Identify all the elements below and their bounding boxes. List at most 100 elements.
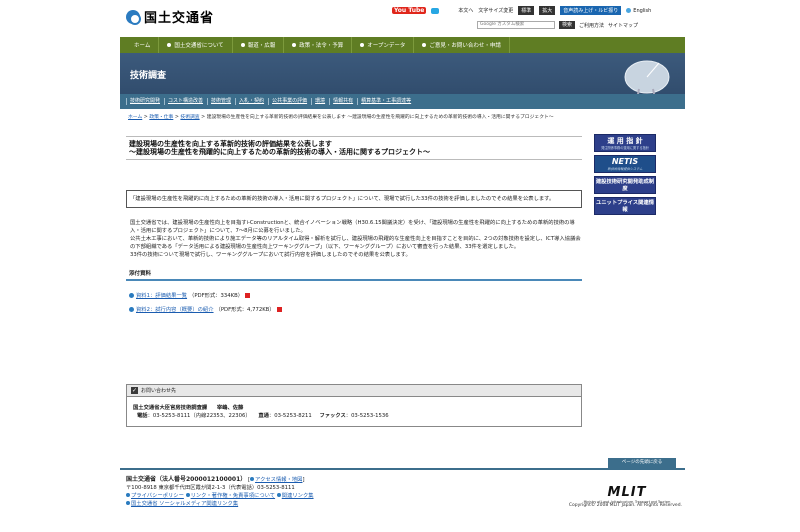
mlit-emblem-icon [126, 9, 141, 25]
nav-opendata-label: オープンデータ [367, 43, 406, 49]
bullet-icon [360, 43, 365, 47]
attachment-meta: （PDF形式：4,772KB） [215, 307, 275, 314]
nav-press[interactable]: 報道・広報 [233, 37, 285, 53]
font-size-label: 文字サイズ変更 [478, 8, 514, 14]
arrow-bullet-icon [185, 493, 190, 497]
contact-person: 宰嶋、佐藤 [216, 405, 244, 411]
footer-org: 国土交通省（法人番号2000012100001） [126, 476, 247, 483]
attachment-link[interactable]: 資料1：評価結果一覧 [136, 291, 187, 299]
nav-about[interactable]: 国土交通省について [159, 37, 233, 53]
subnav-environment[interactable]: 環境 [311, 98, 328, 105]
back-to-top-button[interactable]: ページの先頭に戻る [608, 458, 676, 468]
page-title: 建設現場の生産性を向上する革新的技術の評価結果を公表します ～建設現場の生産性を… [126, 136, 582, 160]
font-large-button[interactable]: 拡大 [539, 6, 556, 15]
direct-label: 直通 [258, 413, 269, 419]
arrow-bullet-icon [126, 501, 130, 505]
attachments-list: 資料1：評価結果一覧 （PDF形式：334KB） 資料2：試行内容（概要）の紹介… [126, 288, 582, 316]
section-subnav: 技術研究開発 コスト構造改善 技術管理 入札・契約 公共事業の評価 環境 情報共… [120, 94, 685, 109]
english-label: English [633, 7, 652, 14]
breadcrumb-current: 建設現場の生産性を向上する革新的技術の評価結果を公表します ～建設現場の生産性を… [206, 115, 554, 120]
header-search-row: Google カスタム検索 検索 ご利用方法 サイトマップ [477, 21, 638, 29]
page-title-line2: ～建設現場の生産性を飛躍的に向上するための革新的技術の導入・活用に関するプロジェ… [129, 148, 430, 156]
tel-label: 電話 [137, 413, 148, 419]
side-banners: 運 用 指 針 発注関係事務の運用に関する指針 NETIS 新技術情報提供システ… [594, 134, 656, 218]
youtube-icon[interactable]: You Tube [392, 7, 427, 14]
social-media-link[interactable]: 国土交通省 ソーシャルメディア関連リンク集 [131, 501, 238, 507]
subnav-estimation[interactable]: 積算基準・工事調達等 [357, 98, 414, 105]
paragraph: 国土交通省では、建設現場の生産性向上を目指すi-Constructionと、統合… [130, 220, 575, 235]
copyright: Copyright© 2008 MLIT Japan. All Rights R… [568, 503, 682, 508]
contact-heading: ✓ お問い合わせ先 [127, 385, 581, 397]
footer: 国土交通省（法人番号2000012100001） [アクセス情報・地図] 〒10… [126, 476, 566, 508]
header-utility-row: You Tube 本文へ 文字サイズ変更 標準 拡大 音声読み上げ・ルビ振り E… [392, 6, 651, 15]
breadcrumb: ホーム > 政策・仕事 > 技術調査 > 建設現場の生産性を向上する革新的技術の… [128, 115, 554, 120]
body-text: 国土交通省では、建設現場の生産性向上を目指すi-Constructionと、統合… [126, 219, 582, 259]
attachment-link[interactable]: 資料2：試行内容（概要）の紹介 [136, 305, 214, 313]
font-standard-button[interactable]: 標準 [518, 6, 535, 15]
banner-research-grant[interactable]: 建設技術研究開発助成制度 [594, 176, 656, 194]
bullet-icon [422, 43, 427, 47]
pdf-icon [276, 306, 282, 312]
subnav-rd[interactable]: 技術研究開発 [126, 98, 163, 105]
attachment-item: 資料2：試行内容（概要）の紹介 （PDF形式：4,772KB） [126, 302, 582, 316]
paragraph: 33件の技術について現場で試行し、ワーキンググループにおいて試行内容を評価しまし… [130, 252, 411, 259]
tel-number: ：03-5253-8111（内線22353、22306） [147, 413, 251, 419]
nav-policy-label: 政策・法令・予算 [299, 43, 344, 49]
access-link[interactable]: アクセス情報・地図 [255, 477, 302, 483]
sitemap-link[interactable]: サイトマップ [608, 22, 638, 29]
privacy-link[interactable]: プライバシーポリシー [131, 493, 184, 499]
mlit-wordmark: MLIT [607, 485, 647, 500]
english-link[interactable]: English [626, 8, 651, 14]
subnav-evaluation[interactable]: 公共事業の評価 [268, 98, 310, 105]
nav-press-label: 報道・広報 [247, 43, 276, 49]
related-links[interactable]: 関連リンク集 [282, 493, 314, 499]
attachments-heading: 添付資料 [126, 267, 582, 282]
arrow-bullet-icon [129, 306, 134, 312]
summary-box: 「建設現場の生産性を飛躍的に向上するための革新的技術の導入・活用に関するプロジェ… [126, 190, 582, 208]
search-button[interactable]: 検索 [559, 21, 576, 29]
mlit-logo: MLIT Ministry of Land, Infrastructure, T… [572, 485, 682, 504]
banner-title: NETIS [611, 157, 639, 166]
nav-opendata[interactable]: オープンデータ [352, 37, 415, 53]
banner-subtitle: 新技術情報提供システム [607, 167, 643, 171]
subnav-tech-mgmt[interactable]: 技術管理 [207, 98, 234, 105]
fax-label: ファックス [319, 413, 346, 419]
nav-policy[interactable]: 政策・法令・予算 [284, 37, 353, 53]
nav-contact-label: ご意見・お問い合わせ・申請 [429, 43, 501, 49]
breadcrumb-policy[interactable]: 政策・仕事 [149, 115, 173, 120]
banner-netis[interactable]: NETIS 新技術情報提供システム [594, 155, 656, 173]
bullet-icon [167, 43, 172, 47]
site-header: 国土交通省 You Tube 本文へ 文字サイズ変更 標準 拡大 音声読み上げ・… [120, 0, 685, 34]
arrow-bullet-icon [129, 292, 134, 298]
voice-ruby-button[interactable]: 音声読み上げ・ルビ振り [560, 6, 622, 15]
subnav-cost[interactable]: コスト構造改善 [164, 98, 206, 105]
copyright-link[interactable]: リンク・著作権・免責事項について [191, 493, 276, 499]
help-link[interactable]: ご利用方法 [579, 22, 604, 29]
paragraph: 公共土木工事において、革新的技術により施工データ等のリアルタイム取得・解析を試行… [130, 236, 581, 251]
contact-body: 国土交通省大臣官房技術調査課 宰嶋、佐藤 電話：03-5253-8111（内線2… [127, 397, 581, 426]
contact-heading-label: お問い合わせ先 [141, 388, 177, 394]
contact-box: ✓ お問い合わせ先 国土交通省大臣官房技術調査課 宰嶋、佐藤 電話：03-525… [126, 384, 582, 427]
banner-unit-price[interactable]: ユニットプライス関連情報 [594, 197, 656, 215]
subnav-info-share[interactable]: 情報共有 [329, 98, 356, 105]
site-logo[interactable]: 国土交通省 [126, 7, 214, 26]
breadcrumb-tech[interactable]: 技術調査 [180, 115, 199, 120]
page-title-line1: 建設現場の生産性を向上する革新的技術の評価結果を公表します [129, 140, 332, 148]
skip-to-content-link[interactable]: 本文へ [458, 7, 473, 14]
section-title: 技術調査 [130, 71, 167, 81]
twitter-icon[interactable] [431, 7, 440, 14]
search-input[interactable]: Google カスタム検索 [477, 21, 555, 29]
global-nav: ホーム 国土交通省について 報道・広報 政策・法令・予算 オープンデータ ご意見… [120, 37, 685, 53]
bullet-icon [292, 43, 297, 47]
nav-home-label: ホーム [134, 43, 151, 49]
fax-number: ：03-5253-1536 [345, 413, 389, 419]
nav-home[interactable]: ホーム [120, 37, 160, 53]
nav-contact[interactable]: ご意見・お問い合わせ・申請 [414, 37, 510, 53]
breadcrumb-home[interactable]: ホーム [128, 115, 142, 120]
arrow-bullet-icon [126, 493, 130, 497]
pdf-icon [245, 292, 251, 298]
banner-unyou-shishin[interactable]: 運 用 指 針 発注関係事務の運用に関する指針 [594, 134, 656, 152]
footer-divider [120, 468, 685, 470]
subnav-bid[interactable]: 入札・契約 [235, 98, 267, 105]
footer-address: 〒100-8918 東京都千代田区霞が関2-1-3（代表電話）03-5253-8… [126, 485, 295, 491]
